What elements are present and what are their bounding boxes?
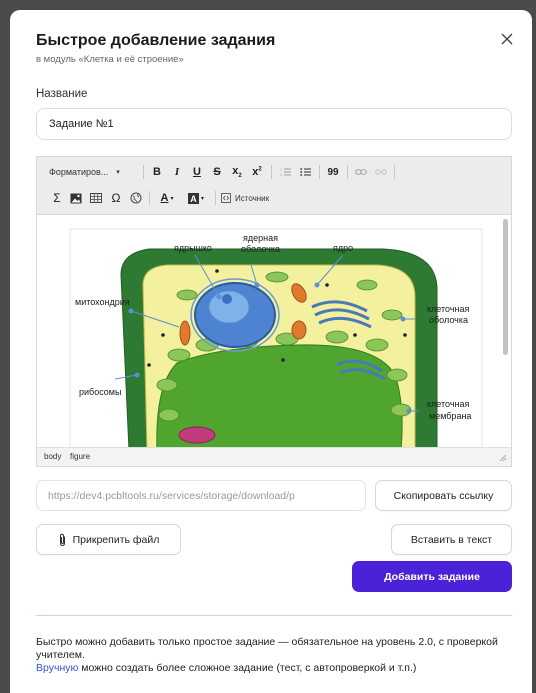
bullet-list-button[interactable] [297, 163, 313, 181]
quick-add-task-dialog: Быстрое добавление задания в модуль «Кле… [10, 10, 532, 693]
insert-into-text-button[interactable]: Вставить в текст [391, 524, 512, 555]
label-cell-wall-2: оболочка [429, 315, 468, 325]
label-nuclear-envelope-1: ядерная [243, 233, 278, 243]
manual-create-link[interactable]: Вручную [36, 662, 78, 674]
background-color-icon: A [187, 192, 199, 204]
svg-text:2: 2 [280, 172, 283, 177]
info-note: Быстро можно добавить только простое зад… [36, 636, 518, 675]
file-url-input[interactable] [36, 480, 366, 511]
svg-text:A: A [190, 194, 197, 204]
section-divider [36, 615, 512, 616]
bullet-list-icon [299, 168, 311, 176]
resize-handle-icon[interactable] [499, 454, 507, 462]
add-task-button[interactable]: Добавить задание [352, 561, 512, 592]
copy-link-button[interactable]: Скопировать ссылку [375, 480, 512, 511]
globe-icon [130, 192, 142, 204]
label-nucleus: ядро [333, 243, 353, 253]
image-button[interactable] [68, 189, 84, 207]
superscript-button[interactable]: x2 [249, 163, 265, 181]
underline-button[interactable]: U [189, 163, 205, 181]
subscript-button[interactable]: x2 [229, 163, 245, 181]
attach-file-label: Прикрепить файл [72, 533, 160, 546]
name-field-label: Название [36, 88, 88, 100]
source-button[interactable]: Источник [221, 189, 285, 207]
note-line-1: Быстро можно добавить только простое зад… [36, 636, 498, 661]
add-task-label: Добавить задание [384, 570, 480, 583]
chevron-down-icon: ▾ [200, 195, 204, 202]
italic-button[interactable]: I [169, 163, 185, 181]
link-button[interactable] [353, 163, 369, 181]
blockquote-button[interactable]: 99 [324, 163, 342, 181]
attach-file-button[interactable]: Прикрепить файл [36, 524, 181, 555]
source-button-label: Источник [235, 193, 270, 203]
editor-content-area[interactable]: ядрышко ядерная оболочка ядро митохондри… [37, 215, 511, 447]
chevron-down-icon: ▾ [170, 195, 174, 202]
label-cell-wall-1: клеточная [427, 304, 469, 314]
table-icon [90, 193, 102, 203]
image-icon [70, 193, 82, 203]
numbered-list-icon: 12 [280, 167, 291, 177]
paperclip-icon [59, 533, 65, 546]
text-color-icon: A [160, 192, 169, 204]
note-line-2: можно создать более сложное задание (тес… [78, 662, 417, 674]
dialog-subtitle: в модуль «Клетка и её строение» [36, 54, 184, 65]
status-path-figure[interactable]: figure [70, 452, 90, 461]
close-icon [501, 33, 513, 45]
label-mitochondria: митохондрия [75, 297, 130, 307]
source-code-icon [221, 193, 231, 203]
unlink-icon [375, 169, 387, 175]
label-cell-membrane-2: мембрана [429, 411, 471, 421]
numbered-list-button[interactable]: 12 [277, 163, 293, 181]
special-char-button[interactable]: Ω [108, 189, 124, 207]
editor-toolbar: Форматиров... ▾ B I U S x2 x2 12 99 Σ Ω … [37, 157, 511, 215]
editor-scrollbar[interactable] [503, 219, 508, 355]
dialog-title: Быстрое добавление задания [36, 32, 276, 49]
math-button[interactable]: Σ [49, 189, 65, 207]
label-nuclear-envelope-2: оболочка [241, 244, 280, 254]
strikethrough-button[interactable]: S [209, 163, 225, 181]
link-icon [355, 169, 367, 175]
label-cell-membrane-1: клеточная [427, 399, 469, 409]
bold-button[interactable]: B [149, 163, 165, 181]
unlink-button[interactable] [373, 163, 389, 181]
superscript-icon: x2 [252, 166, 262, 178]
table-button[interactable] [88, 189, 104, 207]
format-dropdown[interactable]: Форматиров... ▾ [49, 163, 137, 181]
format-dropdown-label: Форматиров... [49, 167, 109, 177]
copy-link-label: Скопировать ссылку [393, 489, 494, 502]
editor-status-bar: body figure [37, 447, 511, 466]
insert-into-text-label: Вставить в текст [410, 533, 493, 546]
subscript-icon: x2 [232, 164, 242, 180]
text-color-button[interactable]: A ▾ [154, 189, 180, 207]
close-button[interactable] [496, 28, 518, 50]
rich-text-editor: Форматиров... ▾ B I U S x2 x2 12 99 Σ Ω … [36, 156, 512, 467]
label-ribosomes: рибосомы [79, 387, 121, 397]
background-color-button[interactable]: A ▾ [183, 189, 209, 207]
embed-media-button[interactable] [128, 189, 144, 207]
label-nucleolus: ядрышко [174, 243, 212, 253]
chevron-down-icon: ▾ [116, 169, 120, 176]
task-name-input[interactable] [36, 108, 512, 140]
plant-cell-figure: ядрышко ядерная оболочка ядро митохондри… [69, 228, 483, 447]
status-path-body[interactable]: body [44, 452, 61, 461]
